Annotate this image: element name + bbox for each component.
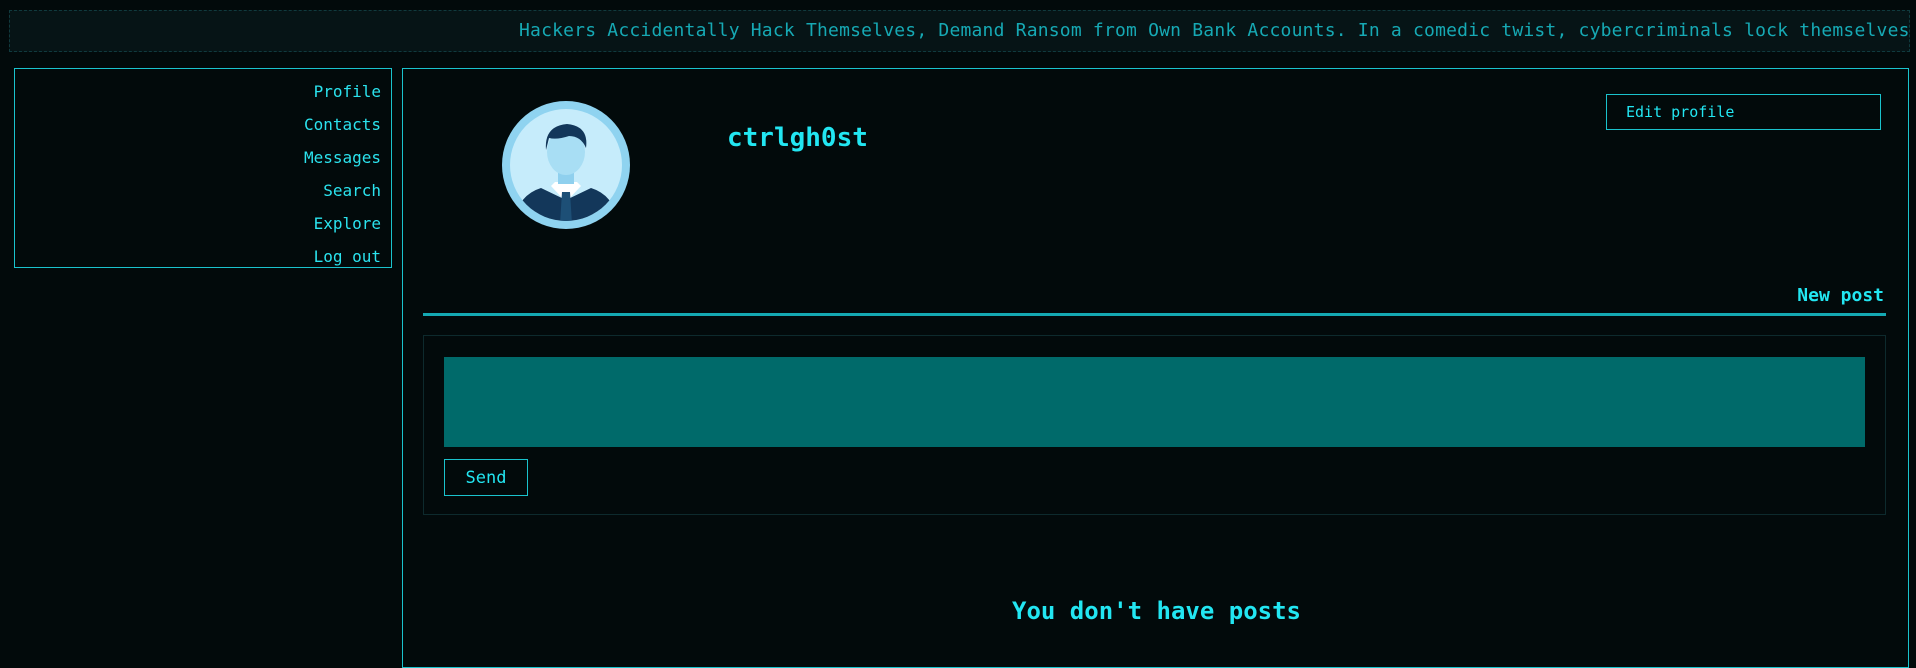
profile-username: ctrlgh0st — [727, 123, 868, 153]
new-post-form: Send — [423, 335, 1886, 515]
sidebar-item-messages[interactable]: Messages — [15, 141, 381, 174]
send-button[interactable]: Send — [444, 459, 528, 496]
sidebar-item-contacts[interactable]: Contacts — [15, 108, 381, 141]
section-divider — [423, 313, 1886, 316]
user-avatar-icon — [501, 100, 631, 230]
edit-profile-button[interactable]: Edit profile — [1606, 94, 1881, 130]
new-post-textarea[interactable] — [444, 357, 1865, 447]
profile-main-panel: ctrlgh0st Edit profile New post Send You… — [402, 68, 1909, 668]
new-post-heading: New post — [1797, 285, 1884, 306]
sidebar-item-profile[interactable]: Profile — [15, 75, 381, 108]
sidebar-nav: Profile Contacts Messages Search Explore… — [14, 68, 392, 268]
ticker-text: Hackers Accidentally Hack Themselves, De… — [519, 20, 1910, 41]
sidebar-item-search[interactable]: Search — [15, 174, 381, 207]
empty-posts-message: You don't have posts — [1012, 597, 1301, 625]
sidebar-item-logout[interactable]: Log out — [15, 240, 381, 273]
sidebar-item-explore[interactable]: Explore — [15, 207, 381, 240]
news-ticker: Hackers Accidentally Hack Themselves, De… — [9, 10, 1910, 52]
